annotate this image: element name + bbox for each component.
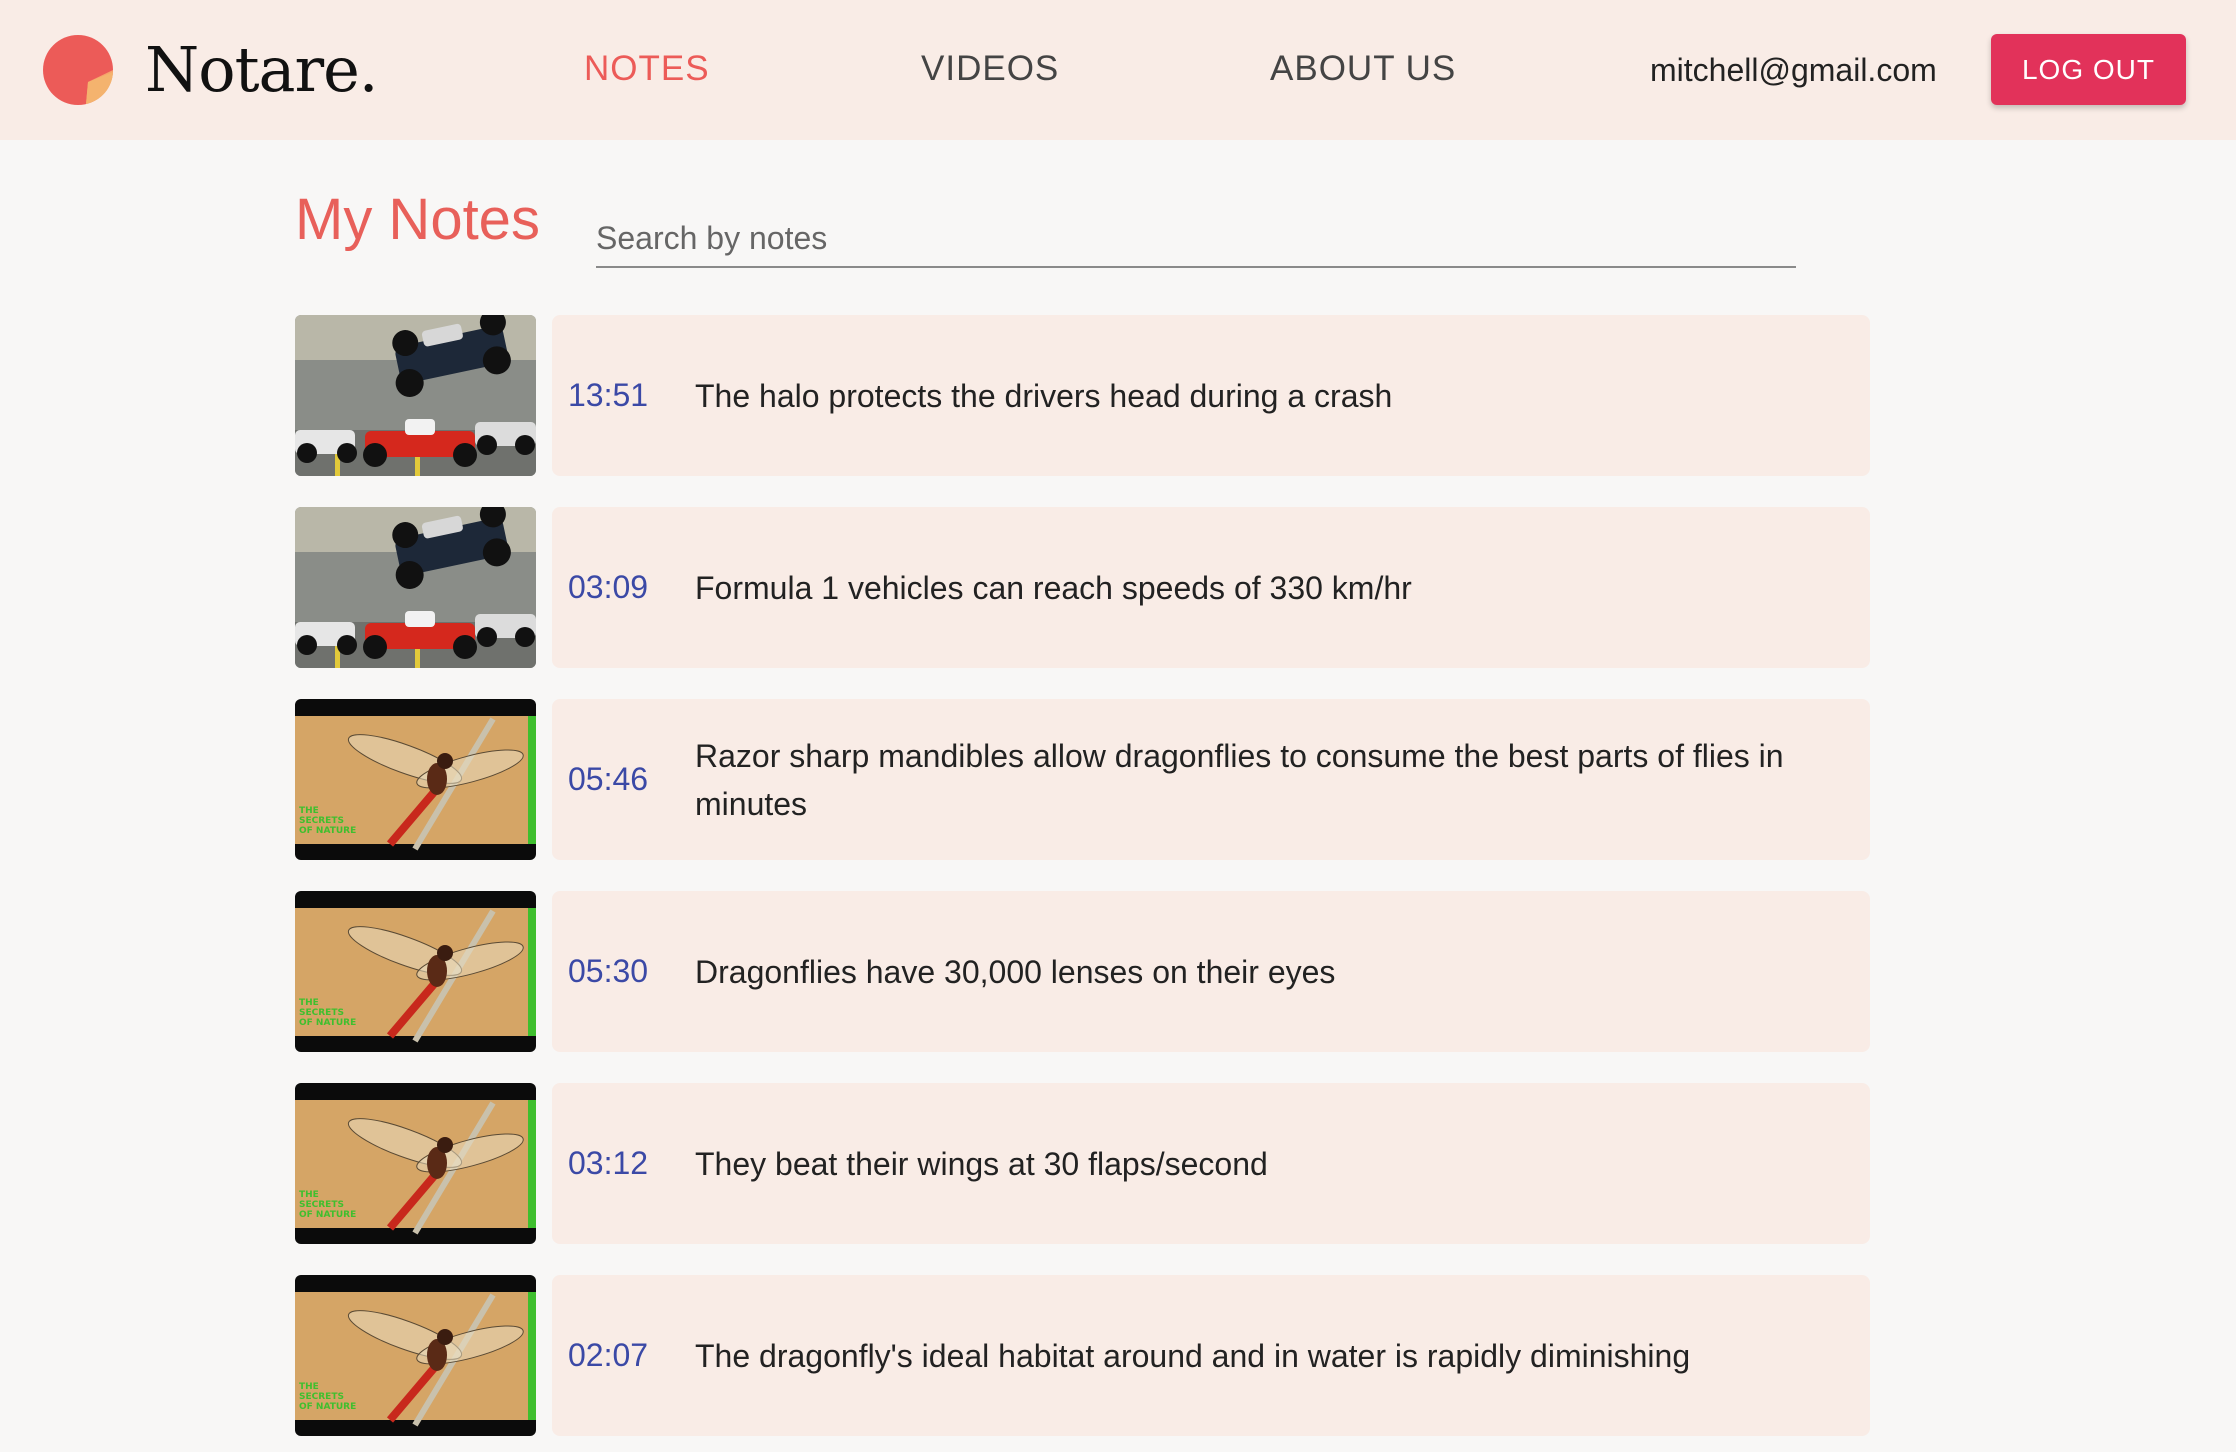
note-text: The dragonfly's ideal habitat around and… [695,1337,1691,1374]
note-timestamp[interactable]: 03:12 [568,1083,648,1244]
note-card[interactable]: 13:51 The halo protects the drivers head … [552,315,1870,476]
note-timestamp[interactable]: 02:07 [568,1275,648,1436]
note-card[interactable]: 03:09 Formula 1 vehicles can reach speeds… [552,507,1870,668]
note-row: THE SECRETS OF NATURE 02:07 The dragonfly's … [295,1275,1870,1436]
svg-text:OF NATURE: OF NATURE [299,1018,356,1028]
note-row: THE SECRETS OF NATURE 05:46 Razor sharp mand… [295,699,1870,860]
note-timestamp[interactable]: 03:09 [568,507,648,668]
note-card[interactable]: 02:07 The dragonfly's ideal habitat aroun… [552,1275,1870,1436]
thumbnail-caption: THE [299,1382,319,1392]
page-title: My Notes [295,187,540,252]
nav-videos[interactable]: VIDEOS [921,46,1059,92]
svg-text:SECRETS: SECRETS [299,1008,344,1018]
thumbnail-caption: THE [299,998,319,1008]
note-card[interactable]: 05:30 Dragonflies have 30,000 lenses on t… [552,891,1870,1052]
svg-text:OF NATURE: OF NATURE [299,1210,356,1220]
video-thumbnail[interactable]: THE SECRETS OF NATURE [295,699,536,860]
svg-text:SECRETS: SECRETS [299,1200,344,1210]
video-thumbnail[interactable] [295,315,536,476]
nav-about-us[interactable]: ABOUT US [1270,46,1456,92]
thumbnail-caption: THE [299,1190,319,1200]
note-text: The halo protects the drivers head durin… [695,377,1393,414]
note-timestamp[interactable]: 05:30 [568,891,648,1052]
video-thumbnail[interactable]: THE SECRETS OF NATURE [295,891,536,1052]
top-nav-bar: Notare. NOTES VIDEOS ABOUT US mitchell@g… [0,0,2236,140]
user-email: mitchell@gmail.com [1650,52,1937,88]
video-thumbnail[interactable]: THE SECRETS OF NATURE [295,1083,536,1244]
logo-icon[interactable] [42,34,114,106]
nav-notes[interactable]: NOTES [584,46,710,92]
thumbnail-caption: THE [299,806,319,816]
note-row: THE SECRETS OF NATURE 05:30 Dragonflies have… [295,891,1870,1052]
video-thumbnail[interactable] [295,507,536,668]
logo-wordmark[interactable]: Notare. [145,28,378,112]
search-input[interactable] [596,210,1796,268]
svg-text:OF NATURE: OF NATURE [299,826,356,836]
svg-text:SECRETS: SECRETS [299,1392,344,1402]
note-row: 03:09 Formula 1 vehicles can reach speeds… [295,507,1870,668]
note-row: THE SECRETS OF NATURE 03:12 They beat their … [295,1083,1870,1244]
logout-button[interactable]: LOG OUT [1991,34,2186,105]
note-timestamp[interactable]: 13:51 [568,315,648,476]
svg-text:OF NATURE: OF NATURE [299,1402,356,1412]
note-card[interactable]: 03:12 They beat their wings at 30 flaps/s… [552,1083,1870,1244]
note-text: They beat their wings at 30 flaps/second [695,1145,1268,1182]
svg-text:SECRETS: SECRETS [299,816,344,826]
note-text: Dragonflies have 30,000 lenses on their … [695,953,1336,990]
note-card[interactable]: 05:46 Razor sharp mandibles allow dragonf… [552,699,1870,860]
note-text: Razor sharp mandibles allow dragonflies … [695,737,1784,822]
note-row: 13:51 The halo protects the drivers head … [295,315,1870,476]
note-timestamp[interactable]: 05:46 [568,699,648,860]
note-text: Formula 1 vehicles can reach speeds of 3… [695,569,1412,606]
video-thumbnail[interactable]: THE SECRETS OF NATURE [295,1275,536,1436]
